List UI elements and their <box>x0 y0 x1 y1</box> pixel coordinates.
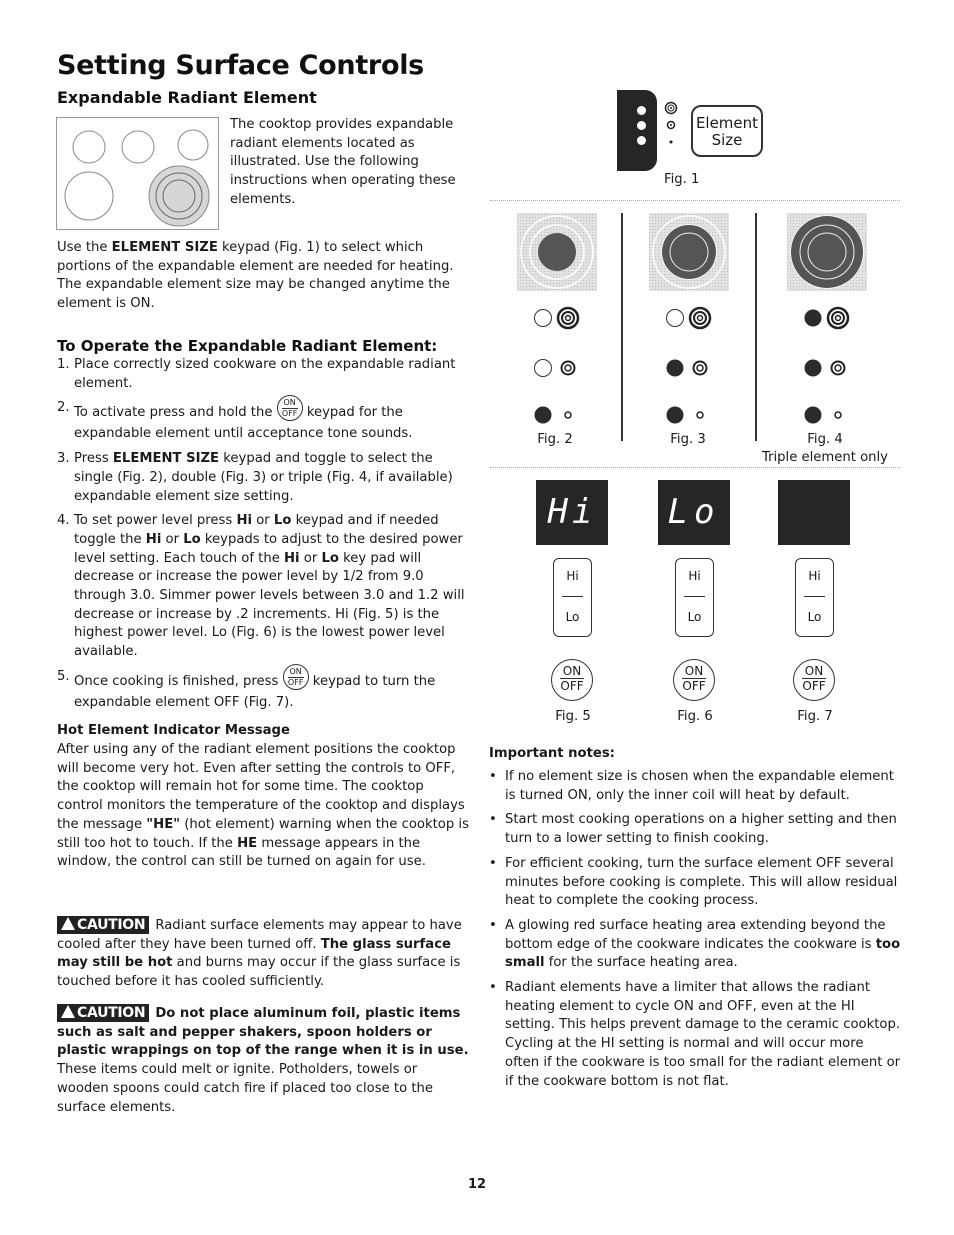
element-size-key[interactable]: Element Size <box>691 105 763 157</box>
on-off-key[interactable]: ON OFF <box>673 659 715 701</box>
on-off-key[interactable]: ON OFF <box>793 659 835 701</box>
hi-lo-key[interactable]: Hi Lo <box>795 558 834 637</box>
hot-indicator-text: After using any of the radiant element p… <box>57 742 469 870</box>
note-item: For efficient cooking, turn the surface … <box>489 855 901 911</box>
divider-line <box>755 213 757 441</box>
warning-icon <box>61 917 75 930</box>
warning-icon <box>61 1005 75 1018</box>
operate-steps: 1. Place correctly sized cookware on the … <box>57 356 469 719</box>
double-ring-icon <box>560 360 576 376</box>
step-item: 4. To set power level press Hi or Lo keyp… <box>57 513 465 660</box>
double-ring-icon <box>692 360 708 376</box>
caution-block: CAUTION Radiant surface elements may appe… <box>57 916 462 990</box>
single-ring-icon <box>696 411 704 419</box>
indicator-light <box>637 106 646 115</box>
step-item: 5. Once cooking is finished, press ON OFF … <box>57 663 469 713</box>
on-off-key-icon: ON OFF <box>282 663 309 690</box>
fig2-label: Fig. 2 <box>537 432 573 447</box>
display-window-hi: Hi <box>536 480 608 545</box>
indicator-on-icon <box>534 406 552 424</box>
step-item: 3. Press ELEMENT SIZE keypad and toggle t… <box>57 451 453 504</box>
fig7-label: Fig. 7 <box>797 709 833 724</box>
caution-badge: CAUTION <box>57 1004 150 1022</box>
element-size-figures <box>517 213 867 441</box>
caution-badge: CAUTION <box>57 916 150 934</box>
hi-lo-key[interactable]: Hi Lo <box>553 558 592 637</box>
notes-list: If no element size is chosen when the ex… <box>489 768 901 1097</box>
expandable-burner-icon <box>148 165 210 227</box>
operate-heading: To Operate the Expandable Radiant Elemen… <box>57 337 438 355</box>
indicator-on-icon <box>804 309 822 327</box>
indicator-off-icon <box>534 309 552 327</box>
indicator-off-icon <box>534 359 552 377</box>
fig1-label: Fig. 1 <box>664 172 700 187</box>
on-off-key-icon: ON OFF <box>276 395 303 422</box>
element-size-indicator-icons <box>664 101 678 144</box>
indicator-on-icon <box>666 359 684 377</box>
note-item: If no element size is chosen when the ex… <box>489 768 901 805</box>
notes-heading: Important notes: <box>489 746 615 761</box>
section-subtitle: Expandable Radiant Element <box>57 88 317 107</box>
intro-paragraph: Use the ELEMENT SIZE keypad (Fig. 1) to … <box>57 240 454 312</box>
indicator-on-icon <box>804 359 822 377</box>
double-ring-icon <box>830 360 846 376</box>
fig4-note: Triple element only <box>761 450 888 465</box>
indicator-light <box>637 121 646 130</box>
fig5-label: Fig. 5 <box>555 709 591 724</box>
fig6-label: Fig. 6 <box>677 709 713 724</box>
caution-block: CAUTION Do not place aluminum foil, plast… <box>57 1004 469 1115</box>
note-item: Radiant elements have a limiter that all… <box>489 979 901 1091</box>
heated-zone <box>791 216 863 288</box>
indicator-on-icon <box>666 406 684 424</box>
note-item: A glowing red surface heating area exten… <box>489 917 901 973</box>
single-dot-icon <box>669 140 673 144</box>
hot-indicator-heading: Hot Element Indicator Message <box>57 723 290 738</box>
divider <box>490 200 900 201</box>
cooktop-layout-illustration <box>56 117 219 230</box>
note-item: Start most cooking operations on a highe… <box>489 811 901 848</box>
indicator-light <box>637 136 646 145</box>
control-panel-strip <box>617 90 657 171</box>
divider <box>490 467 900 468</box>
divider-line <box>621 213 623 441</box>
intro-text: The cooktop provides expandable radiant … <box>230 117 456 207</box>
step-item: 2. To activate press and hold the ON OFF k… <box>57 395 469 444</box>
step-item: 1. Place correctly sized cookware on the … <box>57 357 456 391</box>
fig4-label: Fig. 4 <box>807 432 843 447</box>
single-ring-icon <box>564 411 572 419</box>
display-window-off <box>778 480 850 545</box>
page-number: 12 <box>467 1177 487 1192</box>
indicator-on-icon <box>804 406 822 424</box>
heated-zone <box>538 233 576 271</box>
hi-lo-key[interactable]: Hi Lo <box>675 558 714 637</box>
single-ring-icon <box>834 411 842 419</box>
indicator-off-icon <box>666 309 684 327</box>
on-off-key[interactable]: ON OFF <box>551 659 593 701</box>
fig3-label: Fig. 3 <box>670 432 706 447</box>
page-title: Setting Surface Controls <box>57 50 424 81</box>
display-window-lo: Lo <box>658 480 730 545</box>
